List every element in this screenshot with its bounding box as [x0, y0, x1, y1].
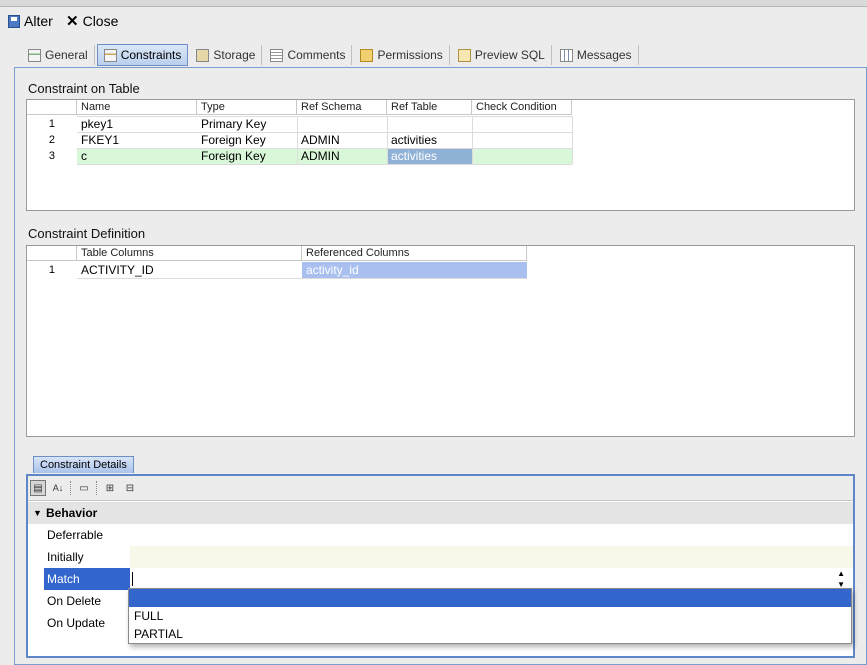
col-header-check[interactable]: Check Condition — [472, 100, 572, 115]
categorized-view-icon[interactable]: ▤ — [30, 480, 46, 496]
comments-icon — [270, 48, 284, 62]
property-name: On Update — [47, 616, 106, 630]
tab-preview-sql-label: Preview SQL — [474, 48, 545, 62]
property-name: On Delete — [47, 594, 102, 608]
sort-alpha-icon[interactable]: A↓ — [50, 480, 66, 496]
tab-permissions-label: Permissions — [377, 48, 443, 62]
table-row-selected[interactable]: 3 c Foreign Key ADMIN activities — [27, 148, 572, 164]
tab-messages[interactable]: Messages — [554, 45, 639, 65]
match-option-empty[interactable] — [129, 589, 851, 607]
col-header-type[interactable]: Type — [197, 100, 297, 115]
constraint-definition-table[interactable]: Table Columns Referenced Columns 1 ACTIV… — [26, 245, 855, 437]
tab-storage[interactable]: Storage — [190, 45, 263, 65]
col-header-ref-table[interactable]: Ref Table — [387, 100, 472, 115]
constraint-details-tab[interactable]: Constraint Details — [33, 456, 134, 473]
alter-label: Alter — [24, 13, 53, 29]
constraint-name-cell[interactable]: c — [77, 148, 197, 164]
col-header-referenced-columns[interactable]: Referenced Columns — [302, 246, 527, 261]
ref-table-cell[interactable] — [387, 116, 472, 132]
tab-preview-sql[interactable]: Preview SQL — [452, 45, 552, 65]
storage-icon — [196, 48, 210, 62]
referenced-column-cell-selected[interactable]: activity_id — [302, 262, 527, 278]
check-condition-cell[interactable] — [472, 132, 572, 148]
ref-table-cell-selected[interactable]: activities — [387, 148, 472, 164]
combo-arrows-icon[interactable]: ▲ ▼ — [837, 568, 845, 590]
row-header-corner — [27, 246, 77, 261]
col-header-table-columns[interactable]: Table Columns — [77, 246, 302, 261]
match-dropdown-list[interactable]: FULL PARTIAL — [128, 588, 852, 644]
constraint-table[interactable]: Name Type Ref Schema Ref Table Check Con… — [26, 99, 855, 211]
tab-storage-label: Storage — [213, 48, 256, 62]
key-icon — [360, 48, 374, 62]
property-toolbar: ▤ A↓ ▭ ⊞ ⊟ — [28, 476, 853, 501]
property-name: Initially — [47, 550, 84, 564]
behavior-group-label: Behavior — [46, 506, 98, 520]
row-number: 3 — [48, 150, 55, 162]
table-row[interactable]: 1 ACTIVITY_ID activity_id — [27, 262, 527, 278]
constraint-icon — [103, 48, 117, 62]
save-icon — [8, 14, 20, 28]
tab-general-label: General — [45, 48, 88, 62]
alter-button[interactable]: Alter — [8, 12, 53, 30]
col-header-name[interactable]: Name — [77, 100, 197, 115]
constraint-table-title: Constraint on Table — [28, 81, 140, 96]
ref-table-cell[interactable]: activities — [387, 132, 472, 148]
constraint-name-cell[interactable]: pkey1 — [77, 116, 197, 132]
property-row-deferrable[interactable]: Deferrable — [28, 524, 853, 546]
ref-schema-cell[interactable]: ADMIN — [297, 148, 387, 164]
property-row-initially[interactable]: Initially — [28, 546, 853, 568]
tab-constraints-label: Constraints — [120, 48, 182, 62]
behavior-group-header[interactable]: ▼ Behavior — [28, 502, 853, 524]
property-row-match[interactable]: Match ▲ ▼ — [28, 568, 853, 590]
ref-schema-cell[interactable] — [297, 116, 387, 132]
row-header-corner — [27, 100, 77, 115]
messages-icon — [559, 48, 573, 62]
expand-all-icon[interactable]: ⊞ — [102, 480, 118, 496]
ref-schema-cell[interactable]: ADMIN — [297, 132, 387, 148]
editor-subtabs: General Constraints Storage Comments Per… — [22, 44, 641, 66]
collapse-triangle-icon: ▼ — [33, 508, 42, 518]
tab-comments-label: Comments — [287, 48, 346, 62]
constraint-type-cell[interactable]: Foreign Key — [197, 132, 297, 148]
tab-messages-label: Messages — [576, 48, 632, 62]
table-row[interactable]: 1 pkey1 Primary Key — [27, 116, 572, 132]
tab-general[interactable]: General — [22, 45, 95, 65]
close-button[interactable]: ✕ Close — [66, 12, 118, 30]
constraint-type-cell[interactable]: Foreign Key — [197, 148, 297, 164]
property-name: Deferrable — [47, 528, 104, 542]
window-tab-strip — [0, 0, 867, 7]
row-number: 1 — [48, 118, 55, 130]
close-icon: ✕ — [66, 13, 79, 30]
edit-field-icon[interactable]: ▭ — [76, 480, 92, 496]
collapse-all-icon[interactable]: ⊟ — [122, 480, 138, 496]
col-header-ref-schema[interactable]: Ref Schema — [297, 100, 387, 115]
tab-constraints[interactable]: Constraints — [96, 44, 189, 66]
sql-icon — [457, 48, 471, 62]
property-value[interactable] — [130, 524, 853, 546]
table-column-cell[interactable]: ACTIVITY_ID — [77, 262, 302, 278]
text-cursor — [132, 572, 133, 586]
row-number: 1 — [48, 264, 55, 276]
constraint-type-cell[interactable]: Primary Key — [197, 116, 297, 132]
match-combo[interactable]: ▲ ▼ — [130, 568, 853, 590]
property-name-selected: Match — [44, 568, 130, 590]
tab-comments[interactable]: Comments — [264, 45, 353, 65]
match-option-full[interactable]: FULL — [129, 607, 851, 625]
tab-permissions[interactable]: Permissions — [354, 45, 450, 65]
constraint-name-cell[interactable]: FKEY1 — [77, 132, 197, 148]
table-row[interactable]: 2 FKEY1 Foreign Key ADMIN activities — [27, 132, 572, 148]
close-label: Close — [82, 13, 119, 29]
match-option-partial[interactable]: PARTIAL — [129, 625, 851, 643]
property-value[interactable] — [130, 546, 853, 568]
constraint-definition-title: Constraint Definition — [28, 226, 146, 241]
row-number: 2 — [48, 134, 55, 146]
check-condition-cell[interactable] — [472, 116, 572, 132]
table-icon — [28, 48, 41, 62]
check-condition-cell[interactable] — [472, 148, 572, 164]
